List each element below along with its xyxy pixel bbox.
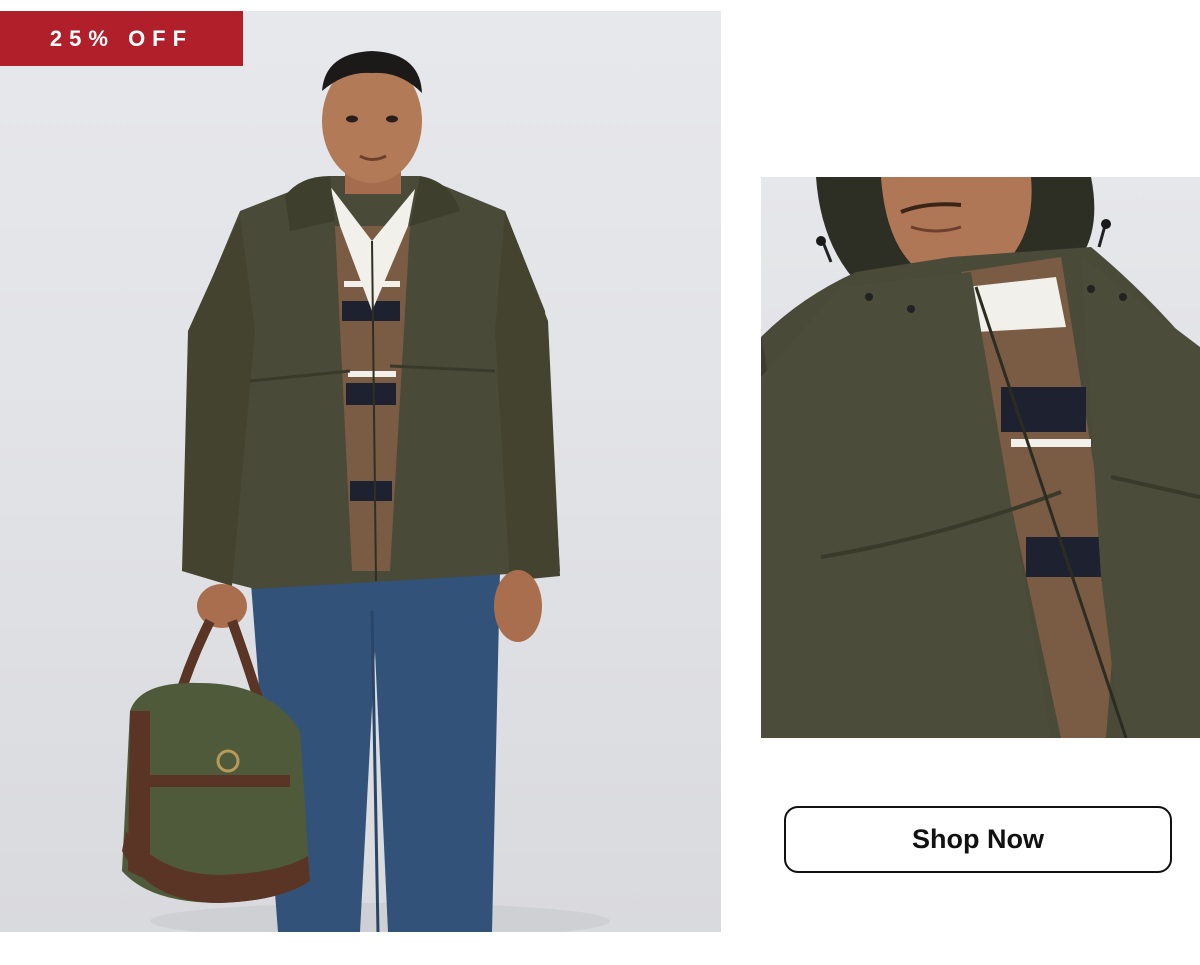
- discount-badge-label: 25% OFF: [49, 25, 194, 51]
- hero-product-photo[interactable]: [0, 11, 721, 932]
- shop-now-label: Shop Now: [912, 824, 1044, 854]
- shop-now-button[interactable]: Shop Now: [784, 806, 1172, 873]
- model-illustration: [122, 51, 610, 932]
- discount-badge: 25% OFF: [0, 11, 243, 66]
- jacket-closeup-illustration: [761, 177, 1200, 738]
- detail-product-photo[interactable]: [761, 177, 1200, 738]
